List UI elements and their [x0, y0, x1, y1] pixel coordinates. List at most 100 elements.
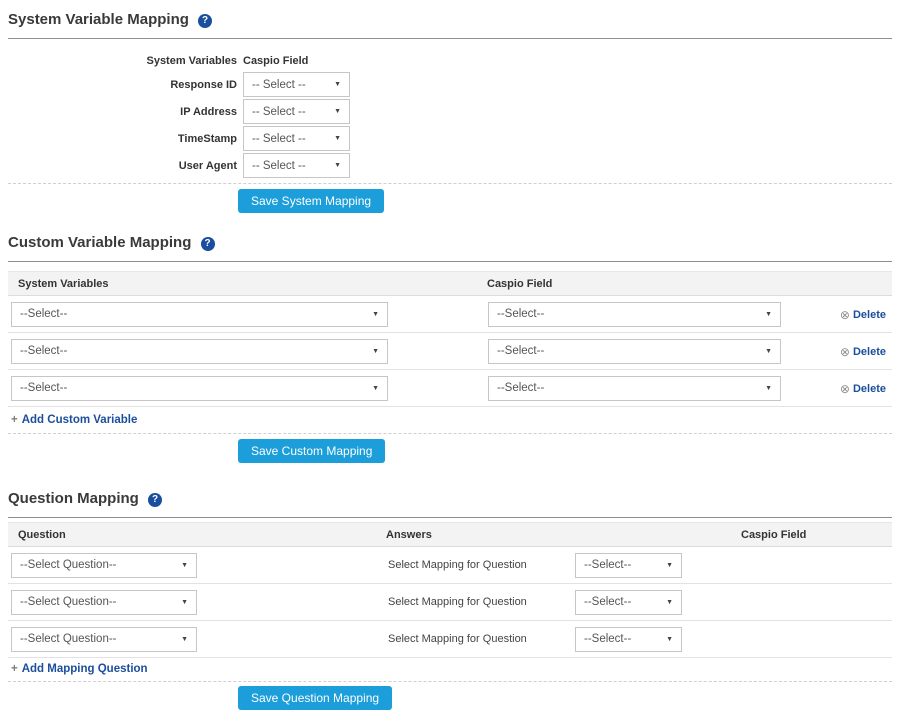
system-variable-mapping-section: System Variable Mapping ? System Variabl… — [8, 10, 892, 213]
add-custom-variable-link[interactable]: +Add Custom Variable — [11, 414, 137, 426]
section-title-text: System Variable Mapping — [8, 11, 189, 28]
delete-link[interactable]: ⊗Delete — [840, 383, 886, 395]
dashed-divider — [8, 433, 892, 434]
answer-mapping-label: Select Mapping for Question — [388, 559, 575, 571]
select-value: --Select-- — [497, 382, 544, 394]
table-header: System Variables Caspio Field — [8, 51, 892, 71]
add-mapping-question-link[interactable]: +Add Mapping Question — [11, 663, 148, 675]
circle-x-icon: ⊗ — [840, 308, 850, 322]
table-row: --Select-- ▼ --Select-- ▼ ⊗Delete — [8, 296, 892, 333]
timestamp-select[interactable]: -- Select -- ▼ — [243, 126, 350, 151]
select-value: -- Select -- — [252, 133, 306, 145]
delete-label: Delete — [853, 346, 886, 358]
question-select[interactable]: --Select Question-- ▼ — [11, 590, 197, 615]
table-row: --Select Question-- ▼ Select Mapping for… — [8, 584, 892, 621]
select-value: --Select Question-- — [20, 596, 117, 608]
column-header-caspio-field: Caspio Field — [741, 529, 806, 541]
chevron-down-icon: ▼ — [334, 135, 341, 142]
dashed-divider — [8, 183, 892, 184]
circle-x-icon: ⊗ — [840, 345, 850, 359]
system-mapping-table: System Variables Caspio Field Response I… — [8, 51, 892, 179]
chevron-down-icon: ▼ — [181, 599, 188, 606]
add-link-label: Add Custom Variable — [22, 414, 138, 426]
table-row: --Select Question-- ▼ Select Mapping for… — [8, 547, 892, 584]
chevron-down-icon: ▼ — [334, 108, 341, 115]
table-row: --Select-- ▼ --Select-- ▼ ⊗Delete — [8, 333, 892, 370]
caspio-field-select[interactable]: --Select-- ▼ — [575, 553, 682, 578]
table-header: Question Answers Caspio Field — [8, 522, 892, 547]
delete-label: Delete — [853, 383, 886, 395]
select-value: --Select-- — [20, 345, 67, 357]
save-system-mapping-button[interactable]: Save System Mapping — [238, 189, 384, 213]
add-link-label: Add Mapping Question — [22, 663, 148, 675]
circle-x-icon: ⊗ — [840, 382, 850, 396]
divider — [8, 38, 892, 39]
table-row: --Select Question-- ▼ Select Mapping for… — [8, 621, 892, 658]
select-value: --Select-- — [20, 382, 67, 394]
select-value: -- Select -- — [252, 79, 306, 91]
response-id-select[interactable]: -- Select -- ▼ — [243, 72, 350, 97]
row-label: User Agent — [8, 160, 237, 172]
column-header-caspio-field: Caspio Field — [243, 55, 308, 67]
system-variable-select[interactable]: --Select-- ▼ — [11, 302, 388, 327]
delete-label: Delete — [853, 309, 886, 321]
select-value: --Select-- — [497, 345, 544, 357]
table-row: Response ID -- Select -- ▼ — [8, 71, 892, 98]
chevron-down-icon: ▼ — [765, 385, 772, 392]
ip-address-select[interactable]: -- Select -- ▼ — [243, 99, 350, 124]
question-select[interactable]: --Select Question-- ▼ — [11, 553, 197, 578]
chevron-down-icon: ▼ — [666, 599, 673, 606]
caspio-field-select[interactable]: --Select-- ▼ — [488, 376, 781, 401]
chevron-down-icon: ▼ — [666, 562, 673, 569]
column-header-caspio-field: Caspio Field — [487, 278, 552, 290]
divider — [8, 517, 892, 518]
question-select[interactable]: --Select Question-- ▼ — [11, 627, 197, 652]
caspio-field-select[interactable]: --Select-- ▼ — [575, 627, 682, 652]
table-row: --Select-- ▼ --Select-- ▼ ⊗Delete — [8, 370, 892, 407]
system-variable-select[interactable]: --Select-- ▼ — [11, 376, 388, 401]
row-label: IP Address — [8, 106, 237, 118]
divider — [8, 261, 892, 262]
chevron-down-icon: ▼ — [666, 636, 673, 643]
system-variable-select[interactable]: --Select-- ▼ — [11, 339, 388, 364]
row-label: Response ID — [8, 79, 237, 91]
save-custom-mapping-button[interactable]: Save Custom Mapping — [238, 439, 385, 463]
section-title: Custom Variable Mapping ? — [8, 233, 892, 253]
select-value: --Select-- — [584, 559, 631, 571]
dashed-divider — [8, 681, 892, 682]
select-value: --Select-- — [584, 633, 631, 645]
chevron-down-icon: ▼ — [765, 311, 772, 318]
caspio-field-select[interactable]: --Select-- ▼ — [488, 302, 781, 327]
table-row: User Agent -- Select -- ▼ — [8, 152, 892, 179]
select-value: --Select-- — [584, 596, 631, 608]
chevron-down-icon: ▼ — [372, 348, 379, 355]
chevron-down-icon: ▼ — [334, 81, 341, 88]
chevron-down-icon: ▼ — [334, 162, 341, 169]
section-title: Question Mapping ? — [8, 489, 892, 509]
column-header-system-variables: System Variables — [8, 55, 237, 67]
help-icon[interactable]: ? — [148, 493, 162, 507]
save-question-mapping-button[interactable]: Save Question Mapping — [238, 686, 392, 710]
select-value: -- Select -- — [252, 160, 306, 172]
table-header: System Variables Caspio Field — [8, 271, 892, 296]
chevron-down-icon: ▼ — [372, 385, 379, 392]
table-row: TimeStamp -- Select -- ▼ — [8, 125, 892, 152]
help-icon[interactable]: ? — [201, 237, 215, 251]
caspio-field-select[interactable]: --Select-- ▼ — [488, 339, 781, 364]
select-value: --Select Question-- — [20, 633, 117, 645]
section-title-text: Question Mapping — [8, 490, 139, 507]
delete-link[interactable]: ⊗Delete — [840, 309, 886, 321]
chevron-down-icon: ▼ — [372, 311, 379, 318]
chevron-down-icon: ▼ — [181, 636, 188, 643]
delete-link[interactable]: ⊗Delete — [840, 346, 886, 358]
table-row: IP Address -- Select -- ▼ — [8, 98, 892, 125]
help-icon[interactable]: ? — [198, 14, 212, 28]
row-label: TimeStamp — [8, 133, 237, 145]
column-header-question: Question — [18, 529, 386, 541]
section-title-text: Custom Variable Mapping — [8, 234, 191, 251]
select-value: --Select Question-- — [20, 559, 117, 571]
user-agent-select[interactable]: -- Select -- ▼ — [243, 153, 350, 178]
caspio-field-select[interactable]: --Select-- ▼ — [575, 590, 682, 615]
column-header-answers: Answers — [386, 529, 741, 541]
answer-mapping-label: Select Mapping for Question — [388, 633, 575, 645]
